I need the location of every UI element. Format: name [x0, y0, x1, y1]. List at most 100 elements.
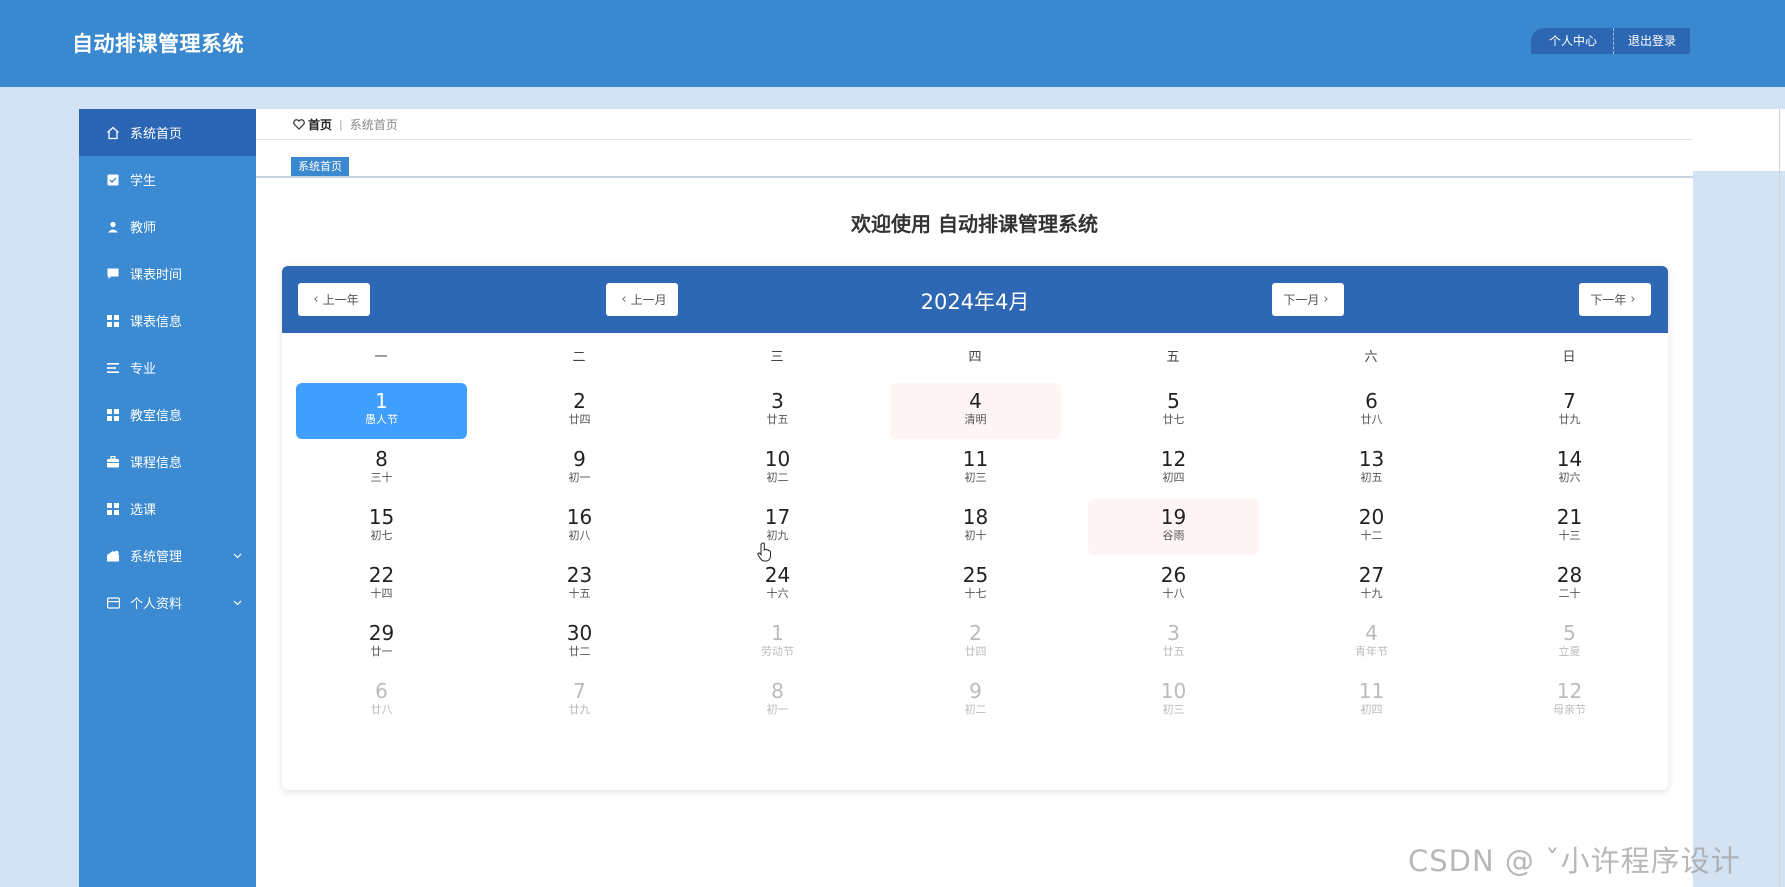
calendar-day-number: 12	[1556, 679, 1583, 703]
calendar-day-cell[interactable]: 5 立夏	[1484, 615, 1655, 671]
calendar-lunar-label: 立夏	[1558, 645, 1581, 658]
calendar-day-cell[interactable]: 3 廿五	[692, 383, 863, 439]
chevron-right-icon: ›	[1323, 292, 1329, 307]
sidebar-item-students[interactable]: 学生	[79, 156, 256, 203]
sidebar-item-schedule-info[interactable]: 课表信息	[79, 297, 256, 344]
calendar-day-cell[interactable]: 10 初二	[692, 441, 863, 497]
calendar-day-cell[interactable]: 4 青年节	[1286, 615, 1457, 671]
calendar-day-cell[interactable]: 4 清明	[890, 383, 1061, 439]
tab-home[interactable]: 系统首页	[291, 157, 349, 176]
calendar-day-cell[interactable]: 26 十八	[1088, 557, 1259, 613]
calendar-day-cell[interactable]: 1 劳动节	[692, 615, 863, 671]
calendar-day-cell[interactable]: 30 廿二	[494, 615, 665, 671]
calendar-lunar-label: 廿八	[370, 703, 393, 716]
calendar-day-number: 22	[368, 563, 395, 587]
calendar-day-cell[interactable]: 22 十四	[296, 557, 467, 613]
calendar-day-cell[interactable]: 9 初二	[890, 673, 1061, 729]
calendar-day-cell[interactable]: 8 三十	[296, 441, 467, 497]
chevron-left-icon: ‹	[621, 292, 627, 307]
calendar-lunar-label: 廿二	[568, 645, 591, 658]
calendar-day-number: 20	[1358, 505, 1385, 529]
calendar-day-cell[interactable]: 17 初九	[692, 499, 863, 555]
calendar-day-cell[interactable]: 23 十五	[494, 557, 665, 613]
calendar-lunar-label: 十四	[370, 587, 393, 600]
next-year-button[interactable]: 下一年 ›	[1579, 283, 1651, 316]
calendar-day-cell[interactable]: 27 十九	[1286, 557, 1457, 613]
calendar-day-cell[interactable]: 11 初三	[890, 441, 1061, 497]
hand-cursor-icon	[757, 542, 773, 566]
calendar-day-cell[interactable]: 12 母亲节	[1484, 673, 1655, 729]
calendar-day-cell[interactable]: 20 十二	[1286, 499, 1457, 555]
list-icon	[106, 361, 120, 375]
weekday-label: 三	[770, 350, 784, 365]
calendar-day-number: 24	[764, 563, 791, 587]
calendar-day-cell[interactable]: 2 廿四	[494, 383, 665, 439]
calendar-day-cell[interactable]: 7 廿九	[494, 673, 665, 729]
sidebar-item-classroom[interactable]: 教室信息	[79, 391, 256, 438]
grid-icon	[106, 408, 120, 422]
calendar-day-cell[interactable]: 21 十三	[1484, 499, 1655, 555]
calendar-day-cell[interactable]: 25 十七	[890, 557, 1061, 613]
calendar-day-cell[interactable]: 6 廿八	[1286, 383, 1457, 439]
sidebar-item-label: 系统首页	[130, 127, 183, 142]
calendar-lunar-label: 青年节	[1355, 645, 1388, 658]
breadcrumb-home-link[interactable]: 首页	[293, 116, 332, 133]
calendar-day-cell[interactable]: 24 十六	[692, 557, 863, 613]
calendar-day-cell[interactable]: 11 初四	[1286, 673, 1457, 729]
calendar-day-number: 1	[771, 621, 784, 645]
calendar-header: ‹ 上一年 ‹ 上一月 2024年4月 下一月 › 下一年 ›	[282, 266, 1668, 333]
calendar-day-cell[interactable]: 16 初八	[494, 499, 665, 555]
calendar-day-cell[interactable]: 18 初十	[890, 499, 1061, 555]
sidebar-item-home[interactable]: 系统首页	[79, 109, 256, 156]
calendar-day-cell[interactable]: 29 廿一	[296, 615, 467, 671]
logout-button[interactable]: 退出登录	[1614, 28, 1691, 54]
next-month-button[interactable]: 下一月 ›	[1272, 283, 1344, 316]
calendar-day-cell[interactable]: 5 廿七	[1088, 383, 1259, 439]
calendar-day-cell[interactable]: 9 初一	[494, 441, 665, 497]
calendar-day-number: 3	[771, 389, 784, 413]
calendar-day-number: 13	[1358, 447, 1385, 471]
calendar-day-number: 23	[566, 563, 593, 587]
calendar-day-cell[interactable]: 13 初五	[1286, 441, 1457, 497]
calendar-lunar-label: 劳动节	[761, 645, 794, 658]
weekday-label: 四	[968, 350, 982, 365]
settings-icon	[106, 549, 120, 563]
sidebar-item-label: 个人资料	[130, 597, 183, 612]
calendar-month-title: 2024年4月	[920, 290, 1030, 314]
checkbox-icon	[106, 173, 120, 187]
sidebar-item-teachers[interactable]: 教师	[79, 203, 256, 250]
sidebar-item-course-selection[interactable]: 选课	[79, 485, 256, 532]
calendar-lunar-label: 十五	[568, 587, 591, 600]
sidebar-item-profile[interactable]: 个人资料	[79, 579, 256, 626]
calendar-day-cell[interactable]: 19 谷雨	[1088, 499, 1259, 555]
calendar-day-cell[interactable]: 12 初四	[1088, 441, 1259, 497]
sidebar-item-schedule-time[interactable]: 课表时间	[79, 250, 256, 297]
personal-center-button[interactable]: 个人中心	[1531, 28, 1615, 54]
calendar-day-number: 18	[962, 505, 989, 529]
prev-year-button[interactable]: ‹ 上一年	[298, 283, 370, 316]
calendar-lunar-label: 十九	[1360, 587, 1383, 600]
grid-icon	[106, 502, 120, 516]
calendar-day-cell[interactable]: 15 初七	[296, 499, 467, 555]
top-actions: 个人中心 退出登录	[1531, 28, 1691, 54]
calendar-day-cell[interactable]: 2 廿四	[890, 615, 1061, 671]
calendar-day-cell[interactable]: 6 廿八	[296, 673, 467, 729]
calendar-lunar-label: 愚人节	[365, 413, 398, 426]
calendar-lunar-label: 初一	[568, 471, 591, 484]
sidebar-item-label: 专业	[130, 362, 157, 377]
calendar-day-cell[interactable]: 28 二十	[1484, 557, 1655, 613]
sidebar-item-major[interactable]: 专业	[79, 344, 256, 391]
calendar-day-cell[interactable]: 1 愚人节	[296, 383, 467, 439]
calendar-lunar-label: 初一	[766, 703, 789, 716]
prev-month-button[interactable]: ‹ 上一月	[606, 283, 678, 316]
sidebar-item-course[interactable]: 课程信息	[79, 438, 256, 485]
calendar-day-cell[interactable]: 10 初三	[1088, 673, 1259, 729]
calendar-day-cell[interactable]: 8 初一	[692, 673, 863, 729]
sidebar-item-system-management[interactable]: 系统管理	[79, 532, 256, 579]
calendar-day-cell[interactable]: 7 廿九	[1484, 383, 1655, 439]
calendar-day-cell[interactable]: 14 初六	[1484, 441, 1655, 497]
calendar-lunar-label: 廿四	[964, 645, 987, 658]
weekday-label: 日	[1562, 350, 1576, 365]
calendar-day-cell[interactable]: 3 廿五	[1088, 615, 1259, 671]
chevron-down-icon	[233, 548, 242, 563]
